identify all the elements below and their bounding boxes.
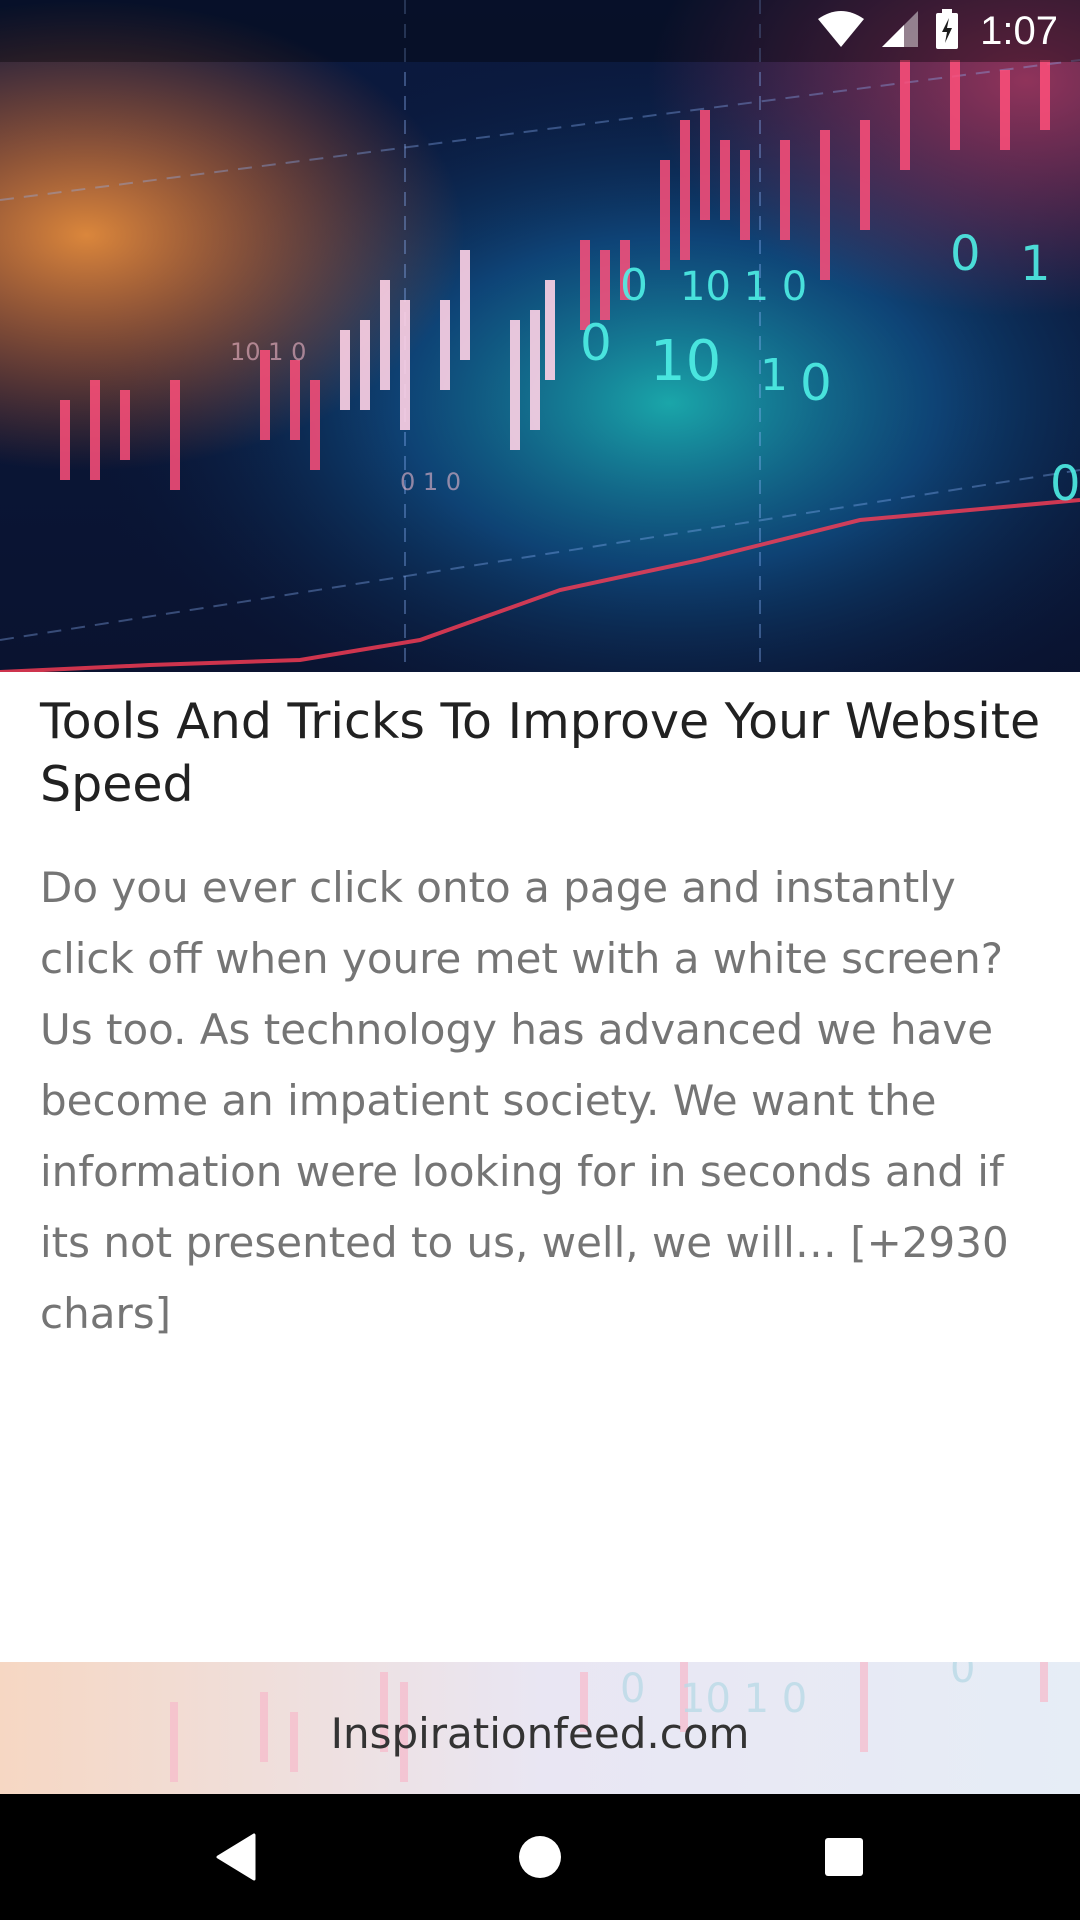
status-bar: 1:07 [0,0,1080,62]
recents-icon[interactable] [814,1827,874,1887]
svg-text:0: 0 [620,260,648,311]
svg-text:0: 0 [950,226,981,282]
source-label[interactable]: Inspirationfeed.com [0,1662,1080,1794]
system-nav-bar [0,1794,1080,1920]
svg-text:0: 0 [800,354,832,412]
svg-text:0: 0 [580,314,612,372]
home-icon[interactable] [510,1827,570,1887]
cell-signal-icon [878,9,922,54]
battery-charging-icon [934,8,960,54]
wifi-icon [816,9,866,54]
svg-text:10: 10 [650,329,721,394]
status-icons: 1:07 [816,0,1058,62]
article-description[interactable]: Do you ever click onto a page and instan… [40,852,1050,1349]
back-icon[interactable] [206,1827,266,1887]
svg-text:10 1 0: 10 1 0 [680,264,807,310]
article-title[interactable]: Tools And Tricks To Improve Your Website… [40,690,1050,816]
source-bar[interactable]: 0 10 1 0 0 Inspirationfeed.com [0,1662,1080,1794]
article-content[interactable]: Tools And Tricks To Improve Your Website… [40,690,1050,1349]
svg-text:1: 1 [760,350,788,401]
svg-text:0: 0 [1050,456,1080,512]
status-clock: 1:07 [980,8,1058,53]
svg-text:0 1 0: 0 1 0 [400,468,461,496]
svg-text:1: 1 [1020,236,1051,292]
svg-text:10 1 0: 10 1 0 [230,338,306,366]
article-hero-image[interactable]: 0 10 1 0 0 10 0 0 1 0 1 10 1 0 0 1 0 [0,0,1080,672]
